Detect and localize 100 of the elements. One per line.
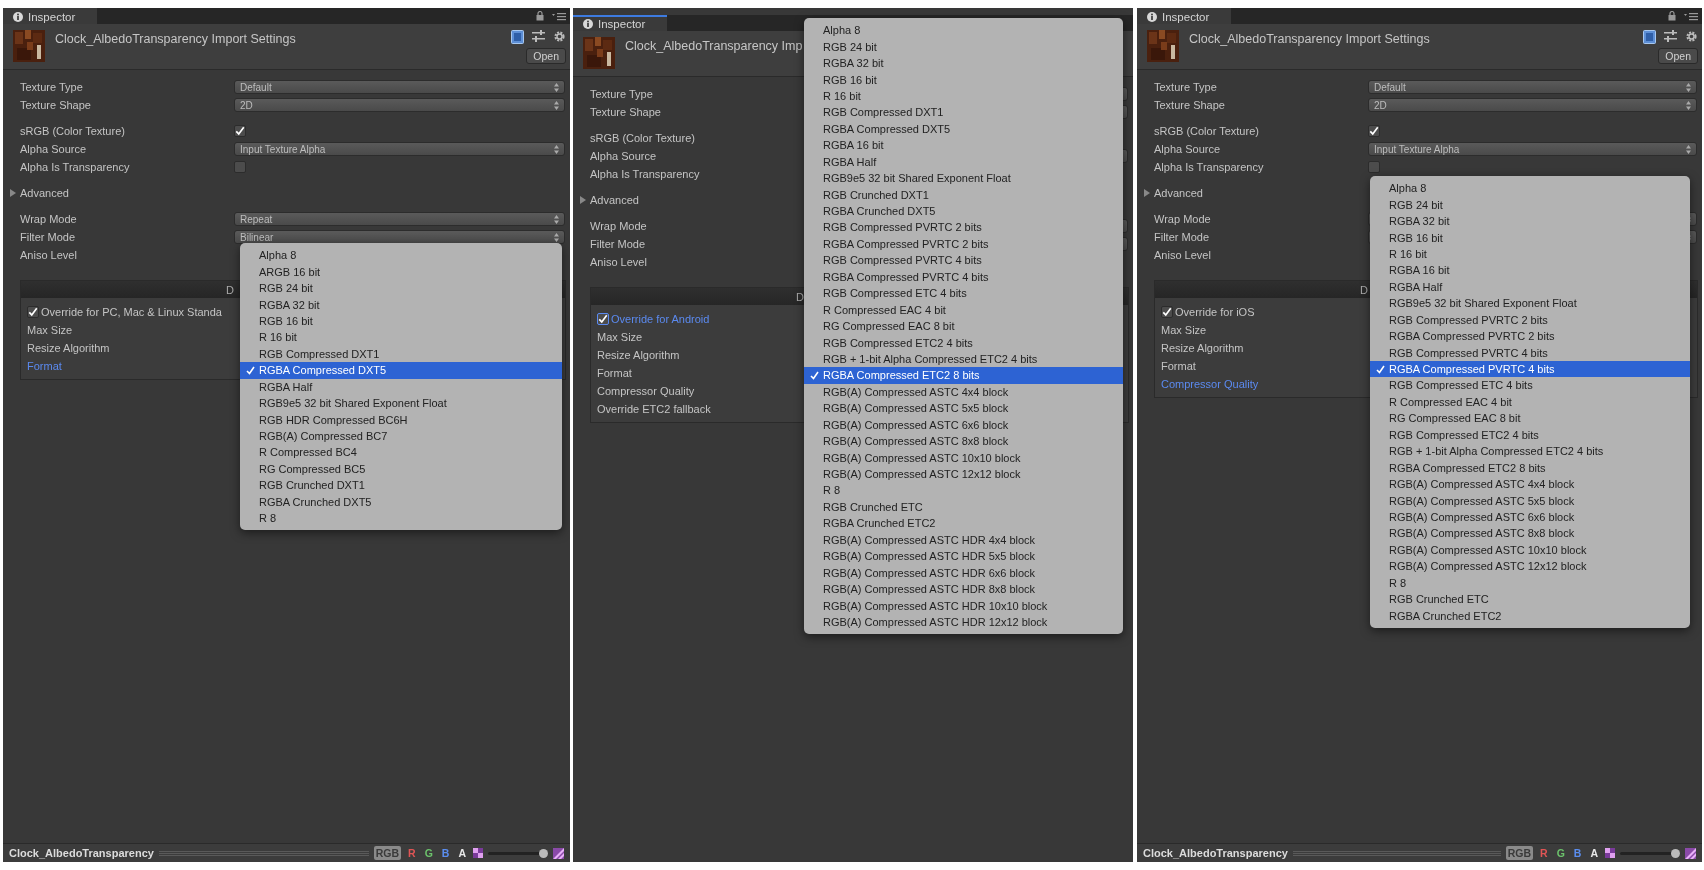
channel-toggle[interactable]: G	[1554, 846, 1567, 860]
inspector-tab[interactable]: Inspector	[3, 8, 98, 24]
menu-item[interactable]: RGB Compressed PVRTC 2 bits	[1370, 311, 1690, 328]
menu-item[interactable]: RGB + 1-bit Alpha Compressed ETC2 4 bits	[804, 350, 1123, 368]
menu-item[interactable]: RGB(A) Compressed ASTC HDR 10x10 block	[804, 597, 1123, 614]
menu-item[interactable]: RGBA 16 bit	[804, 137, 1123, 154]
menu-item[interactable]: RG Compressed EAC 8 bit	[1370, 410, 1690, 427]
inspector-tab[interactable]: Inspector	[573, 15, 668, 31]
menu-item[interactable]: RGB Compressed PVRTC 2 bits	[804, 219, 1123, 236]
menu-item[interactable]: RGB(A) Compressed ASTC 5x5 block	[1370, 492, 1690, 509]
menu-item[interactable]: RGB(A) Compressed ASTC HDR 5x5 block	[804, 548, 1123, 565]
channel-toggle[interactable]: A	[1588, 846, 1600, 860]
menu-item[interactable]: RGBA 16 bit	[1370, 262, 1690, 279]
menu-item[interactable]: RGB Compressed PVRTC 4 bits	[1370, 344, 1690, 361]
channel-toggle[interactable]: G	[422, 846, 435, 860]
menu-item[interactable]: RGBA Compressed PVRTC 4 bits	[804, 268, 1123, 285]
menu-item[interactable]: RGB(A) Compressed ASTC 6x6 block	[1370, 508, 1690, 526]
menu-item[interactable]: RGB(A) Compressed ASTC 4x4 block	[1370, 475, 1690, 493]
menu-item[interactable]: Alpha 8	[240, 247, 562, 264]
dropdown-field[interactable]: Input Texture Alpha	[1368, 142, 1697, 156]
menu-item[interactable]: RGB(A) Compressed ASTC HDR 12x12 block	[804, 613, 1123, 631]
menu-item[interactable]: RGB 16 bit	[1370, 229, 1690, 246]
menu-item[interactable]: R 16 bit	[240, 329, 562, 346]
menu-item[interactable]: RGB Compressed ETC2 4 bits	[804, 334, 1123, 351]
menu-item[interactable]: RGBA Crunched DXT5	[804, 202, 1123, 220]
menu-item[interactable]: RGB Crunched ETC	[804, 498, 1123, 516]
menu-item[interactable]: ARGB 16 bit	[240, 263, 562, 280]
menu-item[interactable]: Alpha 8	[804, 22, 1123, 39]
menu-item[interactable]: RGBA Compressed PVRTC 2 bits	[804, 235, 1123, 253]
menu-item[interactable]: R 8	[1370, 574, 1690, 591]
menu-item[interactable]: RGB + 1-bit Alpha Compressed ETC2 4 bits	[1370, 443, 1690, 460]
channel-toggle[interactable]: A	[456, 846, 468, 860]
menu-item[interactable]: R Compressed BC4	[240, 444, 562, 461]
menu-item[interactable]: RGB 16 bit	[804, 71, 1123, 88]
menu-item[interactable]: RGBA Crunched ETC2	[1370, 607, 1690, 624]
menu-item[interactable]: RGBA Crunched ETC2	[804, 515, 1123, 532]
menu-item[interactable]: RGB(A) Compressed ASTC 10x10 block	[804, 449, 1123, 466]
dropdown-field[interactable]: Default	[234, 80, 565, 94]
menu-item[interactable]: RGB9e5 32 bit Shared Exponent Float	[240, 394, 562, 412]
menu-item[interactable]: RGB Compressed DXT1	[240, 345, 562, 363]
menu-item[interactable]: RGBA Compressed PVRTC 2 bits	[1370, 327, 1690, 345]
menu-item[interactable]: RGB Compressed PVRTC 4 bits	[804, 252, 1123, 269]
inspector-tab[interactable]: Inspector	[1137, 8, 1232, 24]
menu-item[interactable]: RGBA Compressed PVRTC 4 bits	[1370, 360, 1690, 378]
menu-item[interactable]: RGB 24 bit	[1370, 196, 1690, 213]
dropdown-field[interactable]: Input Texture Alpha	[234, 142, 565, 156]
dropdown-field[interactable]: Default	[1368, 80, 1697, 94]
menu-item[interactable]: RGBA Compressed DXT5	[240, 362, 562, 379]
menu-item[interactable]: RGB Compressed DXT1	[804, 104, 1123, 121]
menu-item[interactable]: RGB Compressed ETC 4 bits	[1370, 377, 1690, 394]
menu-item[interactable]: R Compressed EAC 4 bit	[804, 301, 1123, 318]
dropdown-field[interactable]: Repeat	[234, 212, 565, 226]
dropdown-field[interactable]: 2D	[1368, 98, 1697, 112]
dropdown-field[interactable]: 2D	[234, 98, 565, 112]
menu-item[interactable]: RGB(A) Compressed ASTC 12x12 block	[1370, 558, 1690, 575]
menu-item[interactable]: RGB(A) Compressed ASTC 8x8 block	[1370, 525, 1690, 542]
menu-item[interactable]: R 8	[804, 482, 1123, 499]
menu-item[interactable]: RGBA Compressed ETC2 8 bits	[1370, 459, 1690, 476]
menu-item[interactable]: RGB Crunched DXT1	[804, 186, 1123, 203]
menu-item[interactable]: RGB(A) Compressed ASTC HDR 8x8 block	[804, 580, 1123, 598]
menu-item[interactable]: RGB(A) Compressed ASTC 6x6 block	[804, 416, 1123, 433]
menu-item[interactable]: RGB 24 bit	[240, 279, 562, 297]
menu-item[interactable]: RGB Compressed ETC2 4 bits	[1370, 426, 1690, 443]
menu-item[interactable]: RGBA Crunched DXT5	[240, 493, 562, 510]
menu-item[interactable]: RGB(A) Compressed ASTC 5x5 block	[804, 400, 1123, 417]
platform-tab[interactable]: D	[226, 283, 234, 296]
menu-item[interactable]: RGB(A) Compressed ASTC HDR 4x4 block	[804, 531, 1123, 548]
menu-item[interactable]: R 16 bit	[1370, 245, 1690, 263]
menu-item[interactable]: RGBA 32 bit	[1370, 212, 1690, 230]
menu-item[interactable]: RGBA Compressed DXT5	[804, 120, 1123, 138]
menu-item[interactable]: RGB(A) Compressed ASTC HDR 6x6 block	[804, 564, 1123, 581]
menu-item[interactable]: Alpha 8	[1370, 180, 1690, 197]
menu-item[interactable]: R 8	[240, 510, 562, 527]
menu-item[interactable]: RGB(A) Compressed ASTC 10x10 block	[1370, 541, 1690, 559]
menu-item[interactable]: RGB 24 bit	[804, 38, 1123, 55]
menu-item[interactable]: RG Compressed BC5	[240, 460, 562, 478]
menu-item[interactable]: RGBA Compressed ETC2 8 bits	[804, 367, 1123, 384]
menu-item[interactable]: RGBA Half	[804, 153, 1123, 170]
menu-item[interactable]: RGB HDR Compressed BC6H	[240, 411, 562, 428]
menu-item[interactable]: RGB(A) Compressed ASTC 8x8 block	[804, 432, 1123, 450]
menu-item[interactable]: RGB 16 bit	[240, 312, 562, 330]
menu-item[interactable]: RGB(A) Compressed BC7	[240, 427, 562, 445]
menu-item[interactable]: R 16 bit	[804, 87, 1123, 105]
menu-item[interactable]: RGB Crunched ETC	[1370, 590, 1690, 608]
dropdown-field[interactable]: Bilinear	[234, 230, 565, 244]
menu-item[interactable]: RGB9e5 32 bit Shared Exponent Float	[1370, 295, 1690, 312]
menu-item[interactable]: RGB9e5 32 bit Shared Exponent Float	[804, 169, 1123, 187]
menu-item[interactable]: R Compressed EAC 4 bit	[1370, 393, 1690, 411]
menu-item[interactable]: RGBA 32 bit	[804, 54, 1123, 72]
open-button[interactable]: Open	[1658, 48, 1698, 64]
menu-item[interactable]: RGBA Half	[1370, 278, 1690, 296]
menu-item[interactable]: RGB(A) Compressed ASTC 4x4 block	[804, 383, 1123, 401]
platform-tab[interactable]: D	[1360, 283, 1368, 296]
menu-item[interactable]: RGB Compressed ETC 4 bits	[804, 285, 1123, 302]
platform-tab[interactable]: D	[796, 290, 804, 303]
open-button[interactable]: Open	[526, 48, 566, 64]
menu-item[interactable]: RGB Crunched DXT1	[240, 477, 562, 494]
menu-item[interactable]: RGBA Half	[240, 378, 562, 395]
menu-item[interactable]: RGBA 32 bit	[240, 296, 562, 313]
menu-item[interactable]: RG Compressed EAC 8 bit	[804, 317, 1123, 335]
